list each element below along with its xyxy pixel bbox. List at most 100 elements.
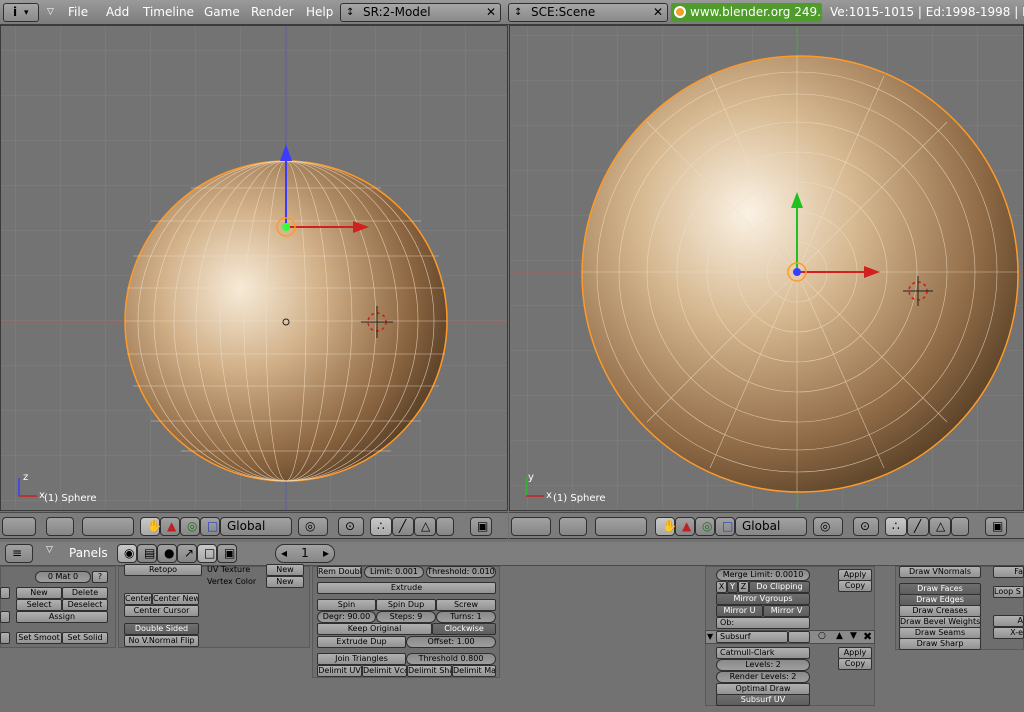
material-help-button[interactable]: ? bbox=[92, 571, 108, 583]
set-solid-button[interactable]: Set Solid bbox=[62, 632, 108, 644]
material-delete-button[interactable]: Delete bbox=[62, 587, 108, 599]
delimit-ma-toggle[interactable]: Delimit Ma bbox=[452, 665, 496, 677]
mode-selector[interactable] bbox=[2, 517, 36, 536]
scale-tool-icon[interactable]: ◎ bbox=[695, 517, 715, 536]
face-select-icon[interactable]: △ bbox=[414, 517, 436, 536]
material-index-field[interactable]: 0 Mat 0 bbox=[35, 571, 91, 583]
mirror-vgroups-toggle[interactable]: Mirror Vgroups bbox=[716, 593, 810, 605]
modifier-close-icon[interactable]: ✖ bbox=[863, 630, 872, 643]
mirror-object-field[interactable]: Ob: bbox=[716, 617, 810, 629]
join-triangles-button[interactable]: Join Triangles bbox=[317, 653, 406, 665]
mirror-z-toggle[interactable]: Z bbox=[738, 581, 749, 593]
collapse-triangle-icon[interactable]: ▼ bbox=[707, 632, 713, 641]
editing-context-icon[interactable]: □ bbox=[197, 544, 217, 563]
turns-field[interactable]: Turns: 1 bbox=[436, 611, 496, 623]
rotate-tool-icon[interactable]: ▲ bbox=[160, 517, 180, 536]
occlude-icon[interactable] bbox=[436, 517, 454, 536]
menu-timeline[interactable]: Timeline bbox=[143, 0, 194, 25]
center-cursor-button[interactable]: Center Cursor bbox=[124, 605, 199, 617]
mirror-u-toggle[interactable]: Mirror U bbox=[716, 605, 763, 617]
merge-limit-field[interactable]: Merge Limit: 0.0010 bbox=[716, 569, 810, 581]
limit-field[interactable]: Limit: 0.001 bbox=[364, 566, 424, 578]
snap-icon[interactable]: ⊙ bbox=[853, 517, 879, 536]
menu-game[interactable]: Game bbox=[204, 0, 240, 25]
screw-button[interactable]: Screw bbox=[436, 599, 496, 611]
a-toggle[interactable]: A bbox=[993, 615, 1024, 627]
subsurf-render-levels-field[interactable]: Render Levels: 2 bbox=[716, 671, 810, 683]
loop-select-toggle[interactable]: Loop S bbox=[993, 586, 1024, 598]
material-slot-edge-2[interactable] bbox=[0, 611, 10, 623]
material-new-button[interactable]: New bbox=[16, 587, 62, 599]
pivot-icon[interactable]: ◎ bbox=[298, 517, 328, 536]
retopo-button[interactable]: Retopo bbox=[124, 564, 202, 576]
mode-selector[interactable] bbox=[511, 517, 551, 536]
logic-context-icon[interactable]: ◉ bbox=[117, 544, 137, 563]
draw-sharp-toggle[interactable]: Draw Sharp bbox=[899, 638, 981, 650]
subsurf-copy-button[interactable]: Copy bbox=[838, 658, 872, 670]
center-new-button[interactable]: Center New bbox=[152, 593, 199, 605]
orientation-select[interactable]: Global bbox=[735, 517, 807, 536]
delimit-uv-toggle[interactable]: Delimit UV bbox=[317, 665, 362, 677]
edge-select-icon[interactable]: ╱ bbox=[392, 517, 414, 536]
modifier-up-icon[interactable]: ▲ bbox=[836, 631, 843, 641]
material-deselect-button[interactable]: Deselect bbox=[62, 599, 108, 611]
orientation-select[interactable]: Global bbox=[220, 517, 292, 536]
subsurf-type-select[interactable]: Catmull-Clark bbox=[716, 647, 810, 659]
do-clipping-toggle[interactable]: Do Clipping bbox=[749, 581, 810, 593]
modifier-cage-icon[interactable]: ○ bbox=[818, 631, 826, 641]
mirror-copy-button[interactable]: Copy bbox=[838, 580, 872, 592]
render-icon[interactable]: ▣ bbox=[985, 517, 1007, 536]
subsurf-levels-field[interactable]: Levels: 2 bbox=[716, 659, 810, 671]
mirror-x-toggle[interactable]: X bbox=[716, 581, 727, 593]
viewport-right-canvas[interactable] bbox=[510, 26, 1024, 511]
hand-tool-icon[interactable]: ✋ bbox=[140, 517, 162, 536]
menu-add[interactable]: Add bbox=[106, 0, 129, 25]
scene-selector[interactable]: ↕ SCE:Scene ✕ bbox=[508, 3, 668, 22]
mirror-y-toggle[interactable]: Y bbox=[727, 581, 738, 593]
vertex-select-icon[interactable]: ∴ bbox=[370, 517, 392, 536]
object-mode-icon[interactable] bbox=[46, 517, 74, 536]
editor-type-button[interactable]: ≡ bbox=[5, 544, 33, 563]
x-mirror-edit-toggle[interactable]: X-e bbox=[993, 627, 1024, 639]
draw-type-icon[interactable] bbox=[82, 517, 134, 536]
close-icon[interactable]: ✕ bbox=[483, 5, 499, 20]
material-select-button[interactable]: Select bbox=[16, 599, 62, 611]
close-icon[interactable]: ✕ bbox=[650, 5, 666, 20]
pivot-icon[interactable]: ◎ bbox=[813, 517, 843, 536]
shading-context-icon[interactable]: ● bbox=[157, 544, 177, 563]
translate-tool-icon[interactable]: □ bbox=[715, 517, 735, 536]
edge-select-icon[interactable]: ╱ bbox=[907, 517, 929, 536]
arrow-left-icon[interactable]: ◂ bbox=[281, 545, 287, 562]
viewport-right[interactable]: y x (1) Sphere bbox=[509, 25, 1024, 511]
degr-field[interactable]: Degr: 90.00 bbox=[317, 611, 376, 623]
scale-tool-icon[interactable]: ◎ bbox=[180, 517, 200, 536]
viewport-left-canvas[interactable] bbox=[1, 26, 508, 511]
center-button[interactable]: Center bbox=[124, 593, 152, 605]
steps-field[interactable]: Steps: 9 bbox=[376, 611, 436, 623]
offset-field[interactable]: Offset: 1.00 bbox=[406, 636, 496, 648]
viewport-left[interactable]: z x (1) Sphere bbox=[0, 25, 508, 511]
subsurf-name-field[interactable]: Subsurf bbox=[716, 631, 788, 643]
object-mode-icon[interactable] bbox=[559, 517, 587, 536]
delimit-vco-toggle[interactable]: Delimit Vco bbox=[362, 665, 407, 677]
spin-button[interactable]: Spin bbox=[317, 599, 376, 611]
render-icon[interactable]: ▣ bbox=[470, 517, 492, 536]
delimit-sha-toggle[interactable]: Delimit Sha bbox=[407, 665, 452, 677]
threshold-2-field[interactable]: Threshold 0.800 bbox=[406, 653, 496, 665]
modifier-down-icon[interactable]: ▼ bbox=[850, 631, 857, 641]
object-context-icon[interactable]: ↗ bbox=[177, 544, 197, 563]
double-sided-toggle[interactable]: Double Sided bbox=[124, 623, 199, 635]
threshold-field[interactable]: Threshold: 0.010 bbox=[426, 566, 496, 578]
modifier-visibility-icons[interactable] bbox=[788, 631, 810, 643]
collapse-menu-icon[interactable]: ▽ bbox=[46, 545, 53, 555]
rotate-tool-icon[interactable]: ▲ bbox=[675, 517, 695, 536]
menu-help[interactable]: Help bbox=[306, 0, 333, 25]
extrude-dup-button[interactable]: Extrude Dup bbox=[317, 636, 406, 648]
fa-toggle[interactable]: Fa bbox=[993, 566, 1024, 578]
collapse-menu-icon[interactable]: ▽ bbox=[47, 0, 54, 25]
screen-selector[interactable]: ↕ SR:2-Model ✕ bbox=[340, 3, 501, 22]
draw-type-icon[interactable] bbox=[595, 517, 647, 536]
hand-tool-icon[interactable]: ✋ bbox=[655, 517, 677, 536]
face-select-icon[interactable]: △ bbox=[929, 517, 951, 536]
extrude-button[interactable]: Extrude bbox=[317, 582, 496, 594]
